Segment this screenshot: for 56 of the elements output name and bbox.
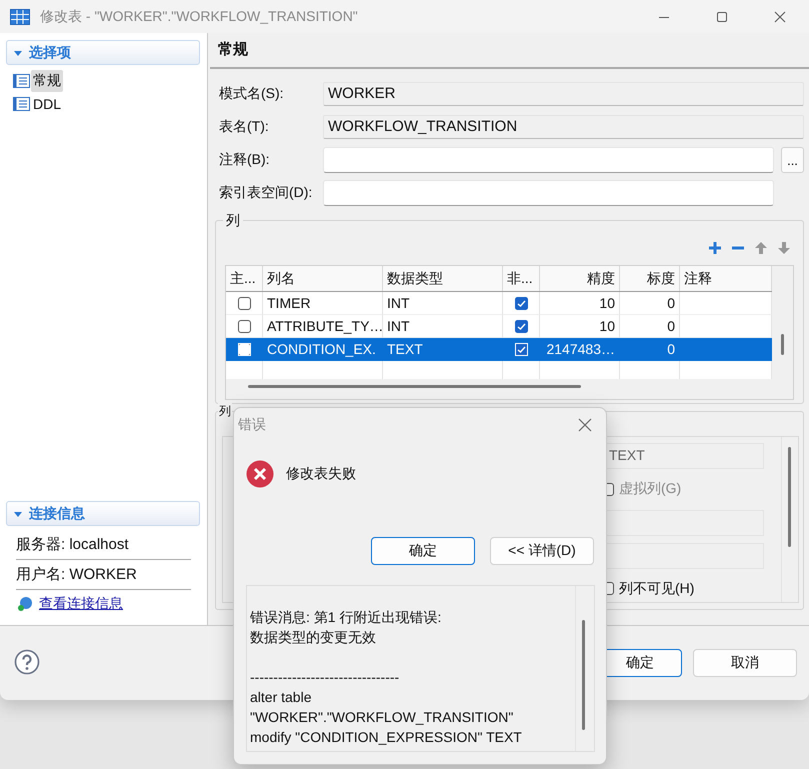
status-icon — [17, 596, 33, 612]
close-icon[interactable] — [578, 418, 592, 432]
details-text: 错误消息: 第1 行附近出现错误: 数据类型的变更无效 -------------------------------- alter table "WORKER"."WORKFLOW_TRANSITION" modify "CONDITION_EXPRESSION" TEXT — [249, 608, 523, 747]
checkbox[interactable] — [514, 296, 528, 310]
field-label: 表名(T): — [219, 118, 270, 136]
column-header[interactable]: 列名 — [263, 266, 383, 291]
window-title: 修改表 - "WORKER"."WORKFLOW_TRANSITION" — [40, 8, 358, 26]
column-header[interactable]: 标度 — [620, 266, 680, 291]
checkbox[interactable] — [514, 320, 528, 332]
checkbox[interactable] — [238, 342, 250, 356]
info-text: 服务器: localhost — [16, 530, 191, 560]
field-label: 索引表空间(D): — [219, 184, 314, 202]
section-header[interactable]: 选择项 — [6, 40, 200, 65]
table-row[interactable]: CONDITION_EX. TEXT 2147483… 0 — [226, 338, 772, 361]
maximize-icon[interactable] — [716, 10, 728, 22]
button[interactable]: 取消 — [693, 649, 797, 677]
column-header[interactable]: 主... — [226, 266, 263, 291]
nav-item[interactable]: DDL — [31, 94, 64, 114]
scrollbar-thumb[interactable] — [788, 447, 791, 547]
button[interactable]: << 详情(D) — [490, 537, 594, 565]
group-title: 列 — [218, 403, 232, 419]
table-row[interactable]: TIMER INT 10 0 — [226, 292, 772, 315]
close-icon[interactable] — [774, 10, 786, 22]
add-icon[interactable] — [708, 240, 722, 254]
checkbox[interactable] — [238, 320, 250, 332]
dialog-title: 错误 — [238, 416, 266, 434]
help-icon — [14, 649, 40, 675]
field-label: 注释(B): — [219, 151, 271, 169]
browse-button[interactable]: ... — [781, 147, 804, 173]
column-header[interactable]: 注释 — [680, 266, 772, 291]
scrollbar-thumb[interactable] — [781, 334, 784, 355]
checkbox-label: 列不可见(H) — [619, 580, 694, 598]
list-icon — [13, 96, 30, 112]
table-icon — [10, 8, 30, 24]
column-header[interactable]: 精度 — [540, 266, 620, 291]
field-label: 模式名(S): — [219, 85, 285, 103]
link[interactable]: 查看连接信息 — [39, 595, 123, 613]
button[interactable]: 确定 — [371, 537, 475, 565]
column-header[interactable]: 非... — [503, 266, 540, 291]
checkbox[interactable] — [514, 342, 528, 356]
checkbox[interactable] — [238, 296, 250, 310]
section-header[interactable]: 连接信息 — [6, 501, 200, 526]
panel-title: 常规 — [210, 33, 809, 69]
scrollbar-thumb[interactable] — [248, 385, 581, 388]
input-field[interactable] — [323, 180, 774, 206]
group-title: 列 — [223, 212, 243, 228]
column-header[interactable]: 数据类型 — [383, 266, 503, 291]
error-message: 修改表失败 — [286, 465, 356, 483]
checkbox-label: 虚拟列(G) — [619, 480, 682, 498]
error-icon — [246, 460, 274, 488]
list-icon — [13, 72, 30, 88]
nav-item[interactable]: 常规 — [31, 70, 63, 92]
table-row[interactable]: ATTRIBUTE_TY… INT 10 0 — [226, 315, 772, 338]
input-field[interactable] — [323, 147, 774, 173]
scrollbar-thumb[interactable] — [582, 620, 585, 730]
info-text: 用户名: WORKER — [16, 560, 191, 590]
